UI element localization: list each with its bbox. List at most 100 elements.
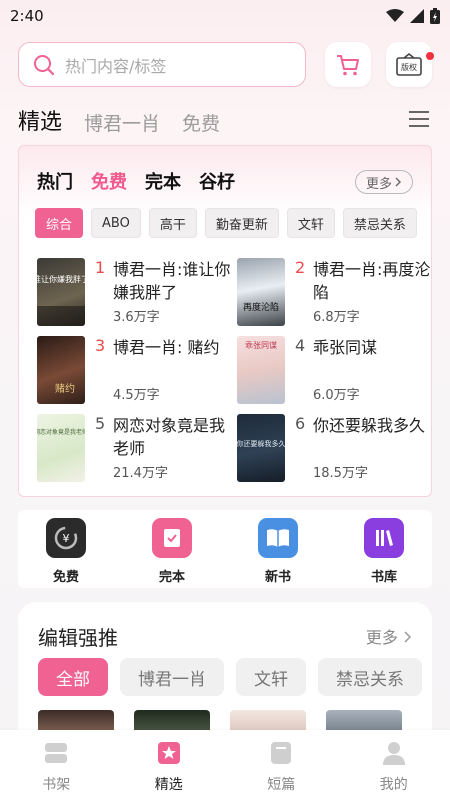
cover-art: 你还要躲我多久 [237,439,285,448]
book-item[interactable]: 你还要躲我多久 6 你还要躲我多久 18.5万字 [237,414,433,484]
search-placeholder: 热门内容/标签 [65,56,167,76]
book-item[interactable]: 乖张同谋 4 乖张同谋 6.0万字 [237,336,433,406]
ranking-chips: 综合 ABO 高干 勤奋更新 文轩 禁忌关系 [35,208,417,238]
wifi-icon [386,9,404,22]
nav-featured-label: 精选 [154,777,183,793]
cart-icon [337,54,359,75]
open-book-icon [258,518,298,558]
quick-library-label: 书库 [370,570,397,585]
nav-bookshelf-label: 书架 [42,777,71,793]
svg-text:赌约: 赌约 [55,382,75,395]
tab-free[interactable]: 免费 [182,109,220,136]
svg-text:网恋对象竟是我老师: 网恋对象竟是我老师 [37,428,85,436]
picks-more-button[interactable]: 更多 [366,624,412,648]
book-rank: 4 [295,336,306,355]
check-book-icon [152,518,192,558]
subtab-finished[interactable]: 完本 [145,168,181,194]
signal-icon [410,9,424,23]
chip-wenxuan[interactable]: 文轩 [286,208,335,238]
cover-art: 谁让你嫌我胖了 [37,274,85,326]
nav-shorts-label: 短篇 [267,777,296,793]
tab-featured[interactable]: 精选 [18,104,62,136]
book-word-count: 6.8万字 [313,310,360,325]
quick-free[interactable]: ¥ 免费 [36,518,96,585]
cover-art: 乖张同谋 [245,340,277,350]
picks-more-label: 更多 [365,628,398,647]
cover-art: 赌约 [55,382,75,395]
book-title: 乖张同谋 [313,338,378,357]
subtab-guzi[interactable]: 谷杍 [199,168,235,194]
book-title: 你还要躲我多久 [313,416,426,435]
cover-art: 再度沦陷 [243,301,279,313]
ranking-more-button[interactable]: 更多 [355,170,413,194]
book-word-count: 21.4万字 [113,466,168,481]
book-item[interactable]: 赌约 3 博君一肖: 赌约 4.5万字 [37,336,233,406]
subtab-hot[interactable]: 热门 [37,168,73,194]
nav-shorts[interactable]: 短篇 [251,740,311,794]
picks-chip-all[interactable]: 全部 [38,658,108,696]
tab-bjyx[interactable]: 博君一肖 [84,109,160,136]
picks-chip-bjyx[interactable]: 博君一肖 [120,658,224,696]
book-item[interactable]: 谁让你嫌我胖了 1 博君一肖:谁让你嫌我胖了 3.6万字 [37,258,233,328]
status-icons [386,8,440,24]
book-word-count: 3.6万字 [113,310,160,325]
search-input[interactable]: 热门内容/标签 [18,42,306,87]
book-cover: 赌约 [37,336,85,404]
book-word-count: 6.0万字 [313,388,360,403]
chevron-right-icon [395,177,401,187]
quick-new[interactable]: 新书 [248,518,308,585]
nav-bookshelf[interactable]: 书架 [26,740,86,794]
picks-title: 编辑强推 [38,626,118,650]
copyright-badge-icon: 版权 [396,52,422,76]
book-rank: 2 [295,258,306,277]
chip-taboo[interactable]: 禁忌关系 [342,208,417,238]
book-word-count: 4.5万字 [113,388,160,403]
bottom-nav: 书架 精选 短篇 我的 [0,730,450,800]
book-item[interactable]: 再度沦陷 2 博君一肖:再度沦陷 6.8万字 [237,258,433,328]
book-cover: 乖张同谋 [237,336,285,404]
cover-art: 网恋对象竟是我老师 [37,428,85,436]
book-title: 博君一肖:再度沦陷 [313,260,431,302]
book-cover: 你还要躲我多久 [237,414,285,482]
main-tabs: 精选 博君一肖 免费 [18,104,220,136]
book-rank: 3 [95,336,106,355]
ranking-subtabs: 热门 免费 完本 谷杍 [37,168,235,194]
quick-finished[interactable]: 完本 [142,518,202,585]
ranking-card: 热门 免费 完本 谷杍 更多 综合 ABO 高干 勤奋更新 文轩 禁忌关系 谁让… [18,145,432,497]
svg-text:谁让你嫌我胖了: 谁让你嫌我胖了 [37,274,85,284]
nav-profile-label: 我的 [379,777,408,793]
bookshelf-icon [45,743,68,763]
nav-featured[interactable]: 精选 [139,740,199,794]
picks-chip-taboo[interactable]: 禁忌关系 [318,658,422,696]
copyright-button[interactable]: 版权 [386,42,434,87]
copyright-label: 版权 [401,62,417,72]
book-rank: 5 [95,414,106,433]
picks-chip-wenxuan[interactable]: 文轩 [236,658,306,696]
svg-text:乖张同谋: 乖张同谋 [245,340,277,350]
menu-icon[interactable] [408,110,430,128]
book-rank: 1 [95,258,106,277]
book-cover: 网恋对象竟是我老师 [37,414,85,482]
svg-text:再度沦陷: 再度沦陷 [243,301,279,313]
quick-new-label: 新书 [264,570,291,585]
book-rank: 6 [295,414,306,433]
short-story-icon [271,742,292,764]
book-title: 博君一肖:谁让你嫌我胖了 [113,260,231,302]
subtab-free[interactable]: 免费 [91,168,127,194]
quick-free-label: 免费 [52,570,79,585]
chip-overall[interactable]: 综合 [35,208,84,238]
book-cover: 再度沦陷 [237,258,285,326]
nav-profile[interactable]: 我的 [364,740,424,794]
book-word-count: 18.5万字 [313,466,368,481]
book-cover: 谁让你嫌我胖了 [37,258,85,326]
cart-button[interactable] [325,42,371,87]
chip-diligent[interactable]: 勤奋更新 [204,208,279,238]
status-bar: 2:40 [0,0,450,32]
search-icon [34,54,55,75]
book-item[interactable]: 网恋对象竟是我老师 5 网恋对象竟是我老师 21.4万字 [37,414,233,484]
chip-abo[interactable]: ABO [91,208,141,238]
chevron-right-icon [404,631,412,643]
book-title: 网恋对象竟是我老师 [113,416,226,458]
quick-library[interactable]: 书库 [354,518,414,585]
chip-gaogan[interactable]: 高干 [148,208,197,238]
